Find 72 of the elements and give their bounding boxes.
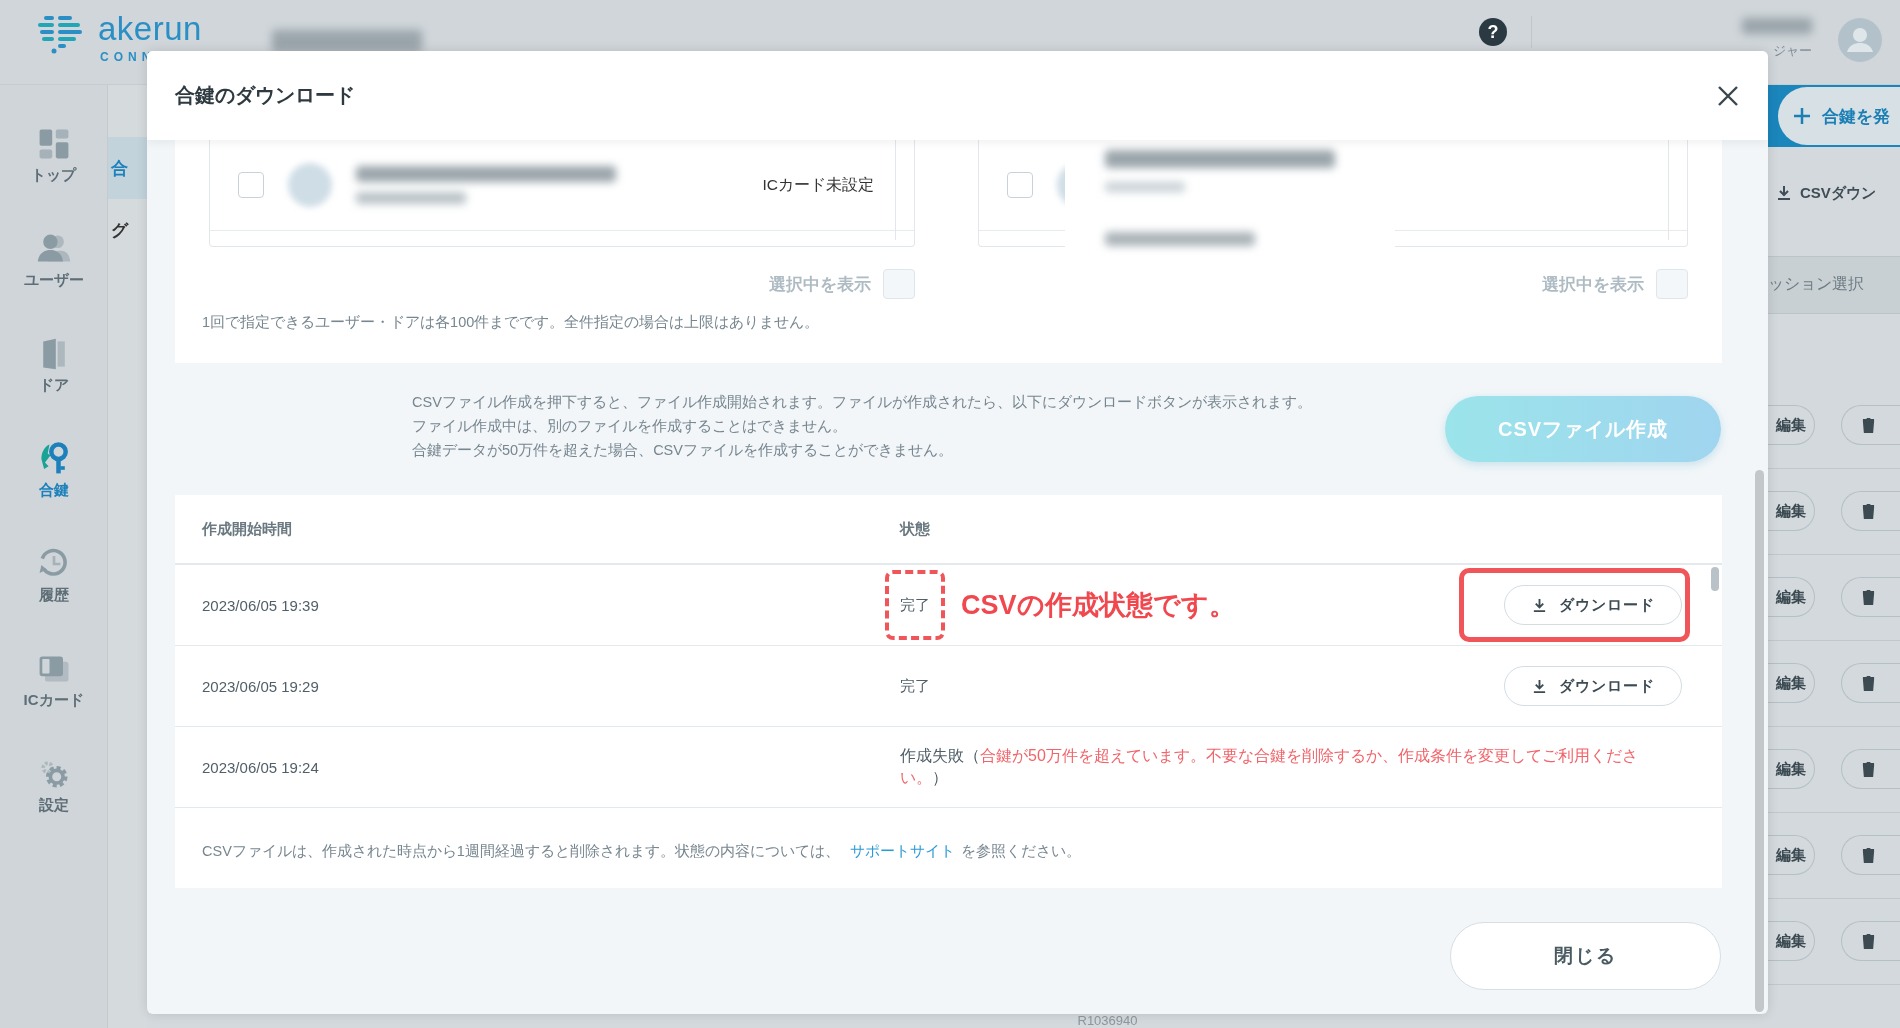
delete-button[interactable] <box>1840 663 1900 704</box>
delete-button[interactable] <box>1840 577 1900 618</box>
logo-text: akerun <box>98 14 202 44</box>
sidebar-item[interactable]: ユーザー <box>0 208 107 313</box>
trash-icon <box>1861 762 1875 777</box>
redacted-text <box>1742 18 1812 34</box>
checkbox[interactable] <box>1007 172 1033 198</box>
edit-button[interactable]: 編集 <box>1768 749 1815 790</box>
checkbox[interactable] <box>1656 269 1688 299</box>
column-header: 作成開始時間 <box>202 519 293 539</box>
sidebar-item[interactable]: トップ <box>0 103 107 208</box>
close-button[interactable] <box>1716 83 1740 108</box>
logo-icon <box>38 14 82 54</box>
checkbox[interactable] <box>883 269 915 299</box>
dialog-title: 合鍵のダウンロード <box>175 83 355 108</box>
edit-button[interactable]: 編集 <box>1768 663 1815 704</box>
sidebar-item[interactable]: ICカード <box>0 628 107 733</box>
delete-button[interactable] <box>1840 921 1900 962</box>
scrollbar[interactable] <box>1755 470 1764 1012</box>
trash-icon <box>1861 676 1875 691</box>
trash-icon <box>1861 934 1875 949</box>
show-selected-label: 選択中を表示 <box>769 273 871 296</box>
edit-button[interactable]: 編集 <box>1768 491 1815 532</box>
trash-icon <box>1861 848 1875 863</box>
sidebar-item[interactable]: 履歴 <box>0 523 107 628</box>
edit-button[interactable]: 編集 <box>1768 405 1815 446</box>
door-code: R1036940 <box>1077 1013 1138 1028</box>
subnav-item[interactable]: グ <box>108 199 147 261</box>
sidebar-item[interactable]: 設定 <box>0 733 107 838</box>
delete-button[interactable] <box>1840 835 1900 876</box>
column-header: 状態 <box>900 519 931 539</box>
show-selected-label: 選択中を表示 <box>1542 273 1644 296</box>
status-text: 作成失敗（合鍵が50万件を超えています。不要な合鍵を削除するか、作成条件を変更してご利用ください。） <box>900 746 1639 788</box>
download-button[interactable]: ダウンロード <box>1504 666 1682 706</box>
trash-icon <box>1861 504 1875 519</box>
delete-button[interactable] <box>1840 749 1900 790</box>
plus-icon <box>1792 106 1812 126</box>
table-cell-text: 2023/06/05 19:29 <box>202 677 320 695</box>
support-link[interactable]: サポートサイト <box>849 841 955 861</box>
download-icon <box>1531 678 1547 694</box>
download-icon <box>1531 597 1547 613</box>
table-cell-text: 2023/06/05 19:39 <box>202 596 320 614</box>
trash-icon <box>1861 590 1875 605</box>
help-button[interactable]: ? <box>1479 18 1507 46</box>
edit-button[interactable]: 編集 <box>1768 577 1815 618</box>
edit-button[interactable]: 編集 <box>1768 835 1815 876</box>
filter-label: ッション選択 <box>1768 274 1864 295</box>
retention-note: CSVファイルは、作成された時点から1週間経過すると削除されます。状態の内容については、 サポートサイト を参照ください。 <box>201 840 1082 863</box>
trash-icon <box>1861 418 1875 433</box>
annotation-text: CSVの作成状態です。 <box>961 589 1236 622</box>
download-icon <box>1776 185 1792 202</box>
avatar-icon <box>288 163 332 207</box>
user-role: ジャー <box>1773 42 1812 60</box>
card-status: ICカード未設定 <box>762 174 874 195</box>
info-text: CSVファイル作成を押下すると、ファイル作成開始されます。ファイルが作成されたら、以下にダウンロードボタンが表示されます。 <box>412 392 1312 412</box>
table-cell-text: 2023/06/05 19:24 <box>202 758 320 776</box>
delete-button[interactable] <box>1840 405 1900 446</box>
edit-button[interactable]: 編集 <box>1768 921 1815 962</box>
delete-button[interactable] <box>1840 491 1900 532</box>
close-icon <box>1716 83 1740 108</box>
sidebar-item[interactable]: ドア <box>0 313 107 418</box>
add-button[interactable]: 合鍵を発 <box>1778 87 1900 145</box>
close-dialog-button[interactable]: 閉じる <box>1450 922 1721 990</box>
status-text: 完了 <box>900 676 931 696</box>
scrollbar[interactable] <box>1711 567 1719 591</box>
csv-download-link[interactable]: CSVダウン <box>1768 169 1900 218</box>
limit-note: 1回で指定できるユーザー・ドアは各100件までです。全件指定の場合は上限はありません。 <box>201 313 821 332</box>
info-text: 合鍵データが50万件を超えた場合、CSVファイルを作成することができません。 <box>412 440 954 460</box>
info-text: ファイル作成中は、別のファイルを作成することはできません。 <box>412 416 848 436</box>
download-button[interactable]: ダウンロード <box>1504 585 1682 625</box>
status-text: 完了 <box>900 595 930 615</box>
checkbox[interactable] <box>238 172 264 198</box>
